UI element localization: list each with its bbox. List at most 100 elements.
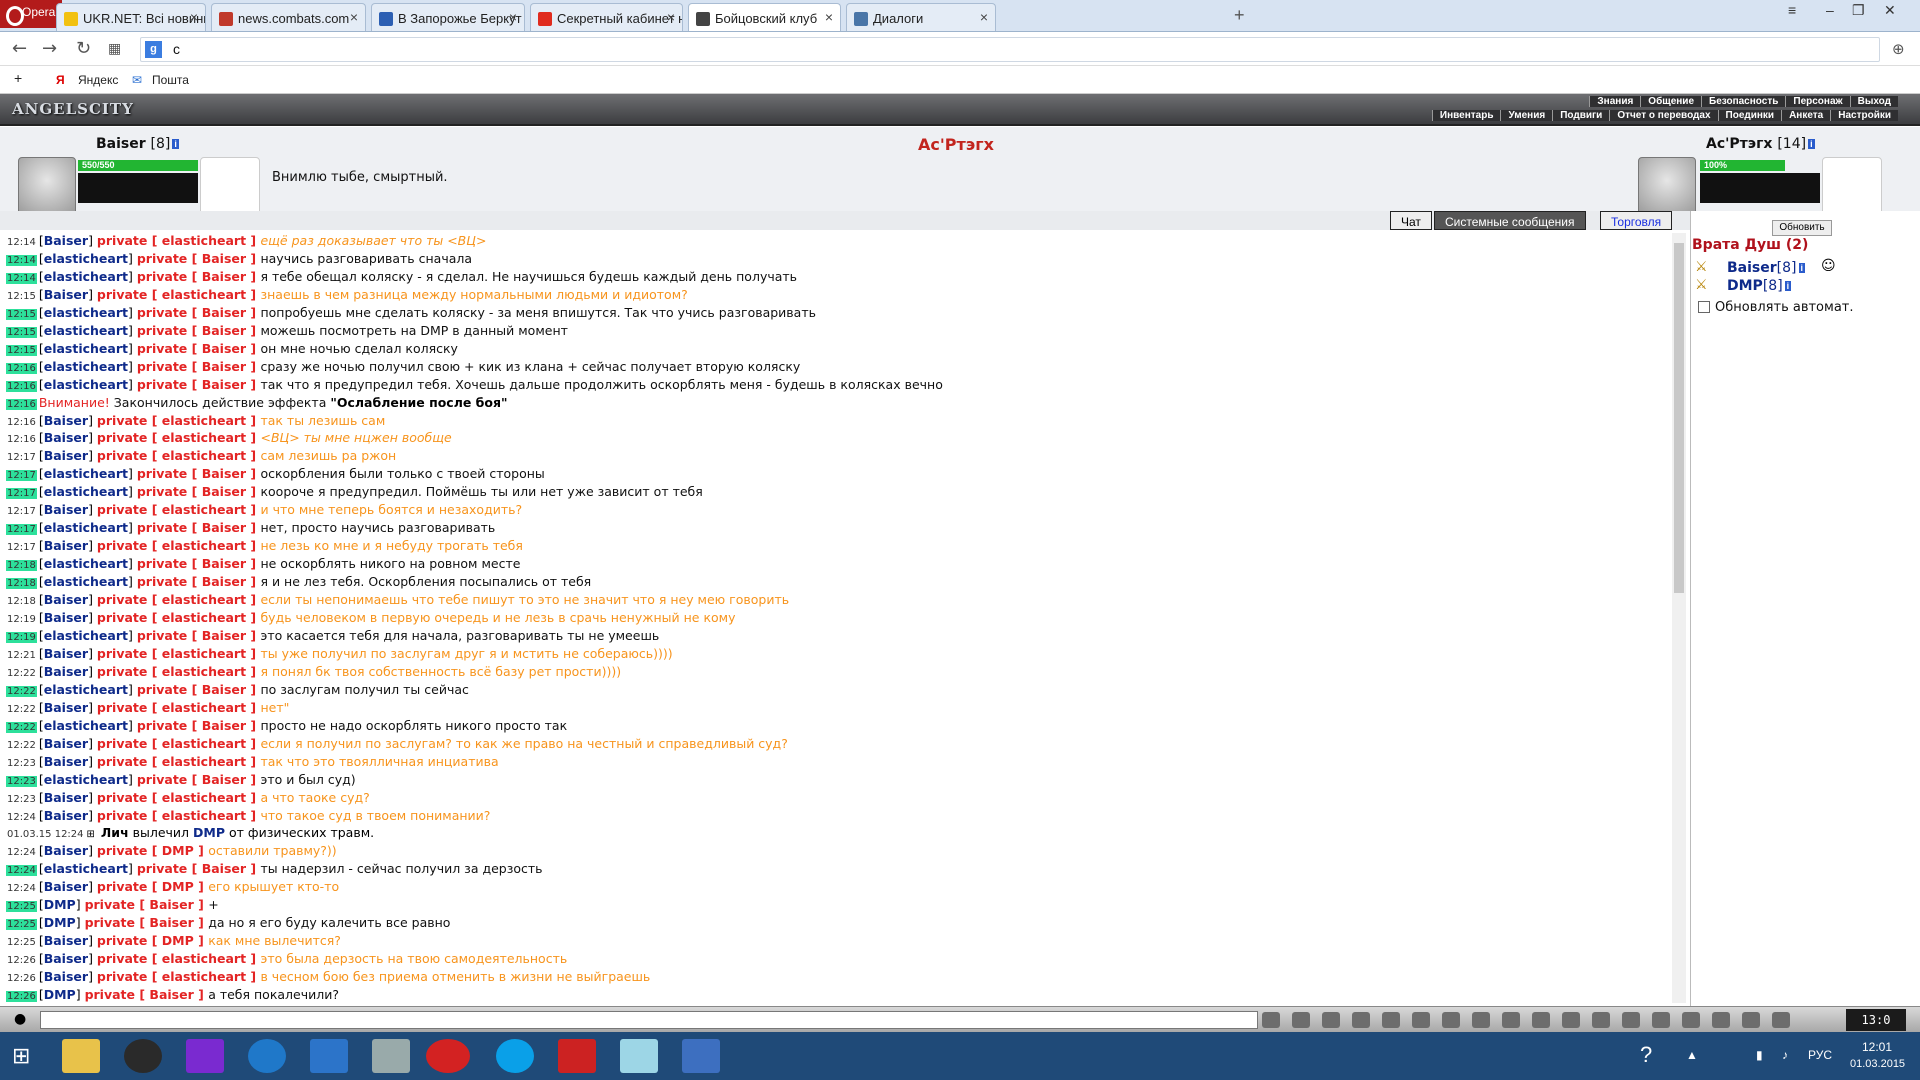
sender-name[interactable]: Baiser xyxy=(44,754,88,769)
tab-close-icon[interactable]: × xyxy=(825,9,833,25)
minimize-button[interactable]: – xyxy=(1826,2,1834,18)
reload-icon[interactable]: ↻ xyxy=(76,38,91,59)
game-submenu-item[interactable]: Отчет о переводах xyxy=(1609,110,1718,121)
media-player-icon[interactable] xyxy=(124,1039,162,1073)
sender-name[interactable]: Baiser xyxy=(44,430,88,445)
game-menu-item[interactable]: Общение xyxy=(1640,96,1701,107)
opera-taskbar-icon[interactable] xyxy=(426,1039,470,1073)
sender-name[interactable]: elasticheart xyxy=(44,556,128,571)
game-submenu-item[interactable]: Инвентарь xyxy=(1431,110,1501,121)
hp-icon[interactable] xyxy=(248,1039,286,1073)
recipient-name[interactable]: Baiser xyxy=(202,682,246,697)
close-window-button[interactable]: ✕ xyxy=(1884,2,1896,19)
sender-name[interactable]: Baiser xyxy=(44,592,88,607)
bookmark-mail[interactable]: Пошта xyxy=(152,73,189,87)
sender-name[interactable]: DMP xyxy=(44,915,76,930)
sender-name[interactable]: elasticheart xyxy=(44,251,128,266)
recipient-name[interactable]: DMP xyxy=(162,879,194,894)
sender-name[interactable]: Baiser xyxy=(44,879,88,894)
browser-tab[interactable]: news.combats.com × xyxy=(211,3,366,31)
app-icon[interactable] xyxy=(186,1039,224,1073)
tab-close-icon[interactable]: × xyxy=(350,9,358,25)
recipient-name[interactable]: Baiser xyxy=(202,466,246,481)
tab-chat[interactable]: Чат xyxy=(1390,211,1432,230)
tab-close-icon[interactable]: × xyxy=(509,9,517,25)
printer-icon[interactable] xyxy=(372,1039,410,1073)
taskbar-time[interactable]: 12:01 xyxy=(1862,1040,1892,1054)
fire-icon[interactable] xyxy=(1532,1012,1550,1028)
recipient-name[interactable]: elasticheart xyxy=(162,538,246,553)
recipient-name[interactable]: Baiser xyxy=(202,251,246,266)
recipient-name[interactable]: Baiser xyxy=(202,520,246,535)
right-player-name[interactable]: Ас'Ртэгх [14] i xyxy=(1706,136,1815,152)
skype-icon[interactable] xyxy=(496,1039,534,1073)
sender-name[interactable]: Baiser xyxy=(44,969,88,984)
gold-icon[interactable] xyxy=(1592,1012,1610,1028)
add-bookmark-icon[interactable]: + xyxy=(14,70,22,86)
download-icon[interactable]: ⊕ xyxy=(1892,40,1905,58)
game-submenu-item[interactable]: Умения xyxy=(1500,110,1553,121)
tab-close-icon[interactable]: × xyxy=(190,9,198,25)
recipient-name[interactable]: elasticheart xyxy=(162,448,246,463)
browser-tab[interactable]: Секретный кабинет нача× xyxy=(530,3,683,31)
language-indicator[interactable]: РУС xyxy=(1808,1048,1832,1062)
opera-menu-button[interactable]: Opera xyxy=(0,0,62,28)
exit-icon[interactable] xyxy=(1772,1012,1790,1028)
sender-name[interactable]: elasticheart xyxy=(44,718,128,733)
recipient-name[interactable]: Baiser xyxy=(202,341,246,356)
recipient-name[interactable]: elasticheart xyxy=(162,951,246,966)
browser-tab[interactable]: UKR.NET: Всі новини Укр× xyxy=(56,3,206,31)
url-field[interactable]: g с xyxy=(140,37,1880,62)
sender-name[interactable]: Baiser xyxy=(44,610,88,625)
sender-name[interactable]: Baiser xyxy=(44,736,88,751)
recipient-name[interactable]: elasticheart xyxy=(162,592,246,607)
tray-arrow-icon[interactable]: ▲ xyxy=(1686,1048,1698,1062)
start-icon[interactable]: ⊞ xyxy=(12,1044,30,1069)
game-submenu-item[interactable]: Подвиги xyxy=(1552,110,1610,121)
recipient-name[interactable]: Baiser xyxy=(202,861,246,876)
scroll-thumb[interactable] xyxy=(1674,243,1684,593)
sender-name[interactable]: elasticheart xyxy=(44,305,128,320)
recipient-name[interactable]: elasticheart xyxy=(162,790,246,805)
browser-tab[interactable]: Бойцовский клуб × xyxy=(688,3,841,31)
photo-icon[interactable] xyxy=(1502,1012,1520,1028)
sender-name[interactable]: Baiser xyxy=(44,808,88,823)
auto-refresh-checkbox[interactable] xyxy=(1698,301,1710,313)
recipient-name[interactable]: elasticheart xyxy=(162,700,246,715)
maximize-button[interactable]: ❐ xyxy=(1852,2,1865,19)
app-icon[interactable] xyxy=(558,1039,596,1073)
speaker-app-icon[interactable] xyxy=(310,1039,348,1073)
game-menu-item[interactable]: Выход xyxy=(1849,96,1898,107)
tab-list-icon[interactable]: ≡ xyxy=(1788,2,1796,18)
refresh-button[interactable]: Обновить xyxy=(1772,220,1832,236)
sender-name[interactable]: Baiser xyxy=(44,700,88,715)
sender-name[interactable]: Baiser xyxy=(44,843,88,858)
recipient-name[interactable]: elasticheart xyxy=(162,430,246,445)
room-user-baiser[interactable]: Baiser[8] i xyxy=(1727,260,1806,276)
puzzle-icon[interactable] xyxy=(1742,1012,1760,1028)
sender-name[interactable]: DMP xyxy=(44,897,76,912)
medal-icon[interactable] xyxy=(1682,1012,1700,1028)
game-menu-item[interactable]: Безопасность xyxy=(1701,96,1786,107)
scroll-icon[interactable] xyxy=(1622,1012,1640,1028)
send-icon[interactable] xyxy=(1262,1012,1280,1028)
recipient-name[interactable]: Baiser xyxy=(202,305,246,320)
recipient-name[interactable]: Baiser xyxy=(149,897,193,912)
tab-close-icon[interactable]: × xyxy=(980,9,988,25)
recipient-name[interactable]: Baiser xyxy=(202,772,246,787)
recipient-name[interactable]: Baiser xyxy=(202,718,246,733)
sender-name[interactable]: Baiser xyxy=(44,287,88,302)
recipient-name[interactable]: elasticheart xyxy=(162,610,246,625)
sender-name[interactable]: elasticheart xyxy=(44,359,128,374)
add-friend-icon[interactable]: ☺ xyxy=(1821,258,1836,274)
left-player-name[interactable]: Baiser [8] i xyxy=(96,136,179,152)
clear-icon[interactable] xyxy=(1292,1012,1310,1028)
recipient-name[interactable]: Baiser xyxy=(149,987,193,1002)
sender-name[interactable]: elasticheart xyxy=(44,520,128,535)
sender-name[interactable]: Baiser xyxy=(44,933,88,948)
forward-icon[interactable]: → xyxy=(42,38,57,59)
tab-close-icon[interactable]: × xyxy=(667,9,675,25)
notes-icon[interactable] xyxy=(620,1039,658,1073)
heal-target[interactable]: DMP xyxy=(193,825,225,840)
filter-icon[interactable] xyxy=(1322,1012,1340,1028)
